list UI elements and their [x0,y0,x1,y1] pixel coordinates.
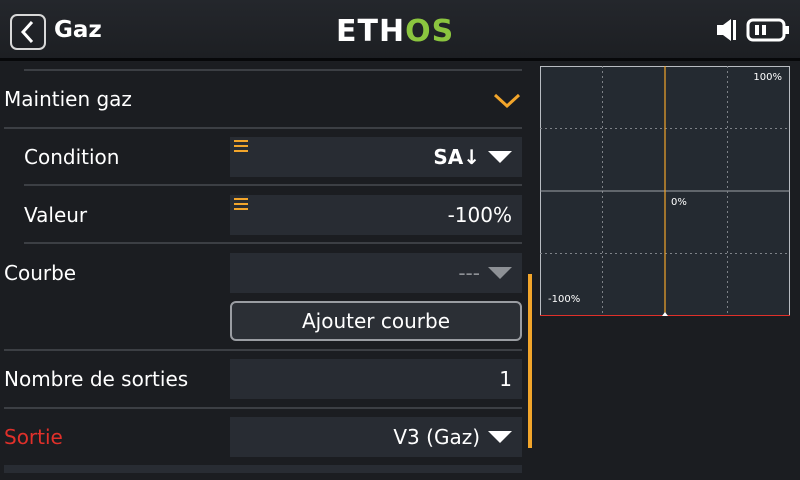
row-separator [4,407,522,409]
speaker-icon [717,19,736,41]
maintien-gaz-expand[interactable] [492,90,522,112]
condition-value: SA↓ [433,145,480,169]
chart-label-min: -100% [548,294,581,305]
courbe-label: Courbe [4,261,77,285]
logo-text-green: OS [405,14,455,49]
curve-chart: 100% 0% -100% [540,66,790,317]
menu-icon [234,198,248,210]
courbe-value: --- [458,261,480,285]
row-separator [24,184,522,186]
logo-text-white: ETH [336,14,406,49]
scrollbar[interactable] [528,274,532,448]
condition-field[interactable]: SA↓ [230,137,522,177]
dropdown-arrow-icon [488,151,512,163]
row-separator [24,69,522,71]
row-separator [4,349,522,351]
valeur-value: -100% [447,203,512,227]
dropdown-arrow-icon [488,267,512,279]
chart-label-max: 100% [753,72,782,83]
row-separator [4,465,522,473]
chart-label-mid: 0% [671,197,687,208]
maintien-gaz-label: Maintien gaz [4,87,132,111]
valeur-field[interactable]: -100% [230,195,522,235]
nombre-sorties-value: 1 [499,367,512,391]
condition-label: Condition [24,145,120,169]
header-divider [0,58,800,61]
dropdown-arrow-icon [488,431,512,443]
sortie-value: V3 (Gaz) [393,425,480,449]
nombre-sorties-label: Nombre de sorties [4,367,189,391]
add-curve-button[interactable]: Ajouter courbe [230,301,522,341]
sortie-field[interactable]: V3 (Gaz) [230,417,522,457]
sortie-label: Sortie [4,425,63,449]
status-icons [716,17,790,43]
menu-icon [234,140,248,152]
nombre-sorties-field[interactable]: 1 [230,359,522,399]
row-separator [24,242,522,244]
courbe-field[interactable]: --- [230,253,522,293]
valeur-label: Valeur [24,203,88,227]
page-title: Gaz [54,17,102,43]
back-icon [20,20,34,44]
row-separator [4,127,522,129]
ethos-logo: ETHOS [336,14,454,49]
chevron-down-icon [493,93,521,109]
battery-icon [746,18,789,42]
back-button[interactable] [10,14,46,50]
chart-svg [540,66,790,317]
